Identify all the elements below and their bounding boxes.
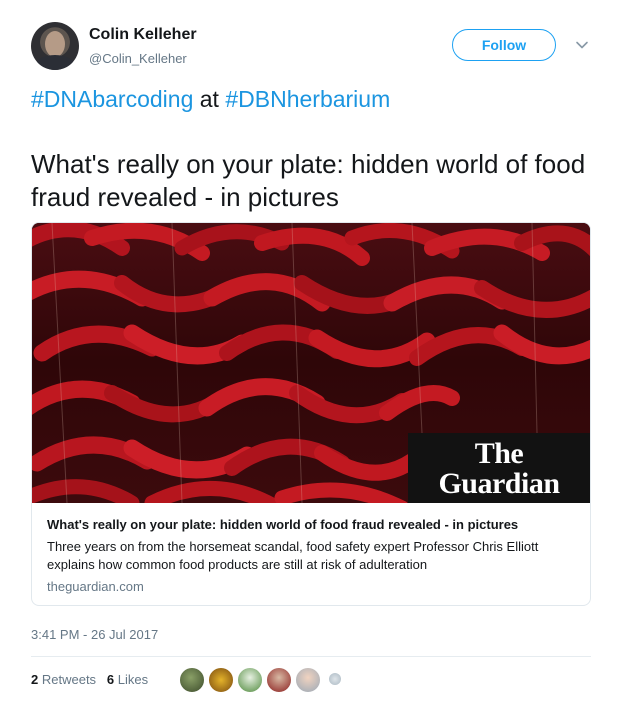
hashtag-joiner: at <box>199 86 219 112</box>
card-description: Three years on from the horsemeat scanda… <box>47 539 539 572</box>
liker-avatar[interactable] <box>179 667 205 693</box>
chevron-down-icon[interactable] <box>575 38 589 52</box>
liker-avatar[interactable] <box>295 667 321 693</box>
liker-avatar[interactable] <box>237 667 263 693</box>
user-name[interactable]: Colin Kelleher <box>89 26 197 44</box>
liker-avatar[interactable] <box>208 667 234 693</box>
card-body: What's really on your plate: hidden worl… <box>47 516 577 594</box>
avatar-face <box>45 31 65 57</box>
follow-button[interactable]: Follow <box>452 29 556 61</box>
card-domain[interactable]: theguardian.com <box>47 579 577 594</box>
retweets-count: 2 <box>31 672 39 687</box>
card-title[interactable]: What's really on your plate: hidden worl… <box>47 516 577 533</box>
retweets-stat[interactable]: 2 Retweets <box>31 672 96 687</box>
likes-label: Likes <box>117 672 149 687</box>
hashtag-dbnherbarium[interactable]: #DBNherbarium <box>225 86 390 112</box>
divider <box>31 656 591 657</box>
tweet-hashtags: #DNAbarcoding at #DBNherbarium <box>31 86 390 113</box>
hashtag-dnabarcoding[interactable]: #DNAbarcoding <box>31 86 193 112</box>
user-handle[interactable]: @Colin_Kelleher <box>89 51 187 66</box>
retweets-label: Retweets <box>41 672 97 687</box>
liker-avatar[interactable] <box>329 673 341 685</box>
tweet-stats: 2 Retweets 6 Likes <box>31 672 148 687</box>
tweet-timestamp[interactable]: 3:41 PM - 26 Jul 2017 <box>31 627 158 642</box>
avatar-shoulders <box>35 55 75 70</box>
link-card[interactable]: The Guardian What's really on your plate… <box>31 222 591 606</box>
tweet-text: What's really on your plate: hidden worl… <box>31 149 586 212</box>
likes-stat[interactable]: 6 Likes <box>107 672 148 687</box>
guardian-logo-line1: The <box>474 437 524 470</box>
avatar[interactable] <box>31 22 79 70</box>
guardian-logo: The Guardian <box>408 433 590 503</box>
likes-count: 6 <box>106 672 115 687</box>
liker-avatar[interactable] <box>266 667 292 693</box>
guardian-logo-line2: Guardian <box>438 467 560 500</box>
